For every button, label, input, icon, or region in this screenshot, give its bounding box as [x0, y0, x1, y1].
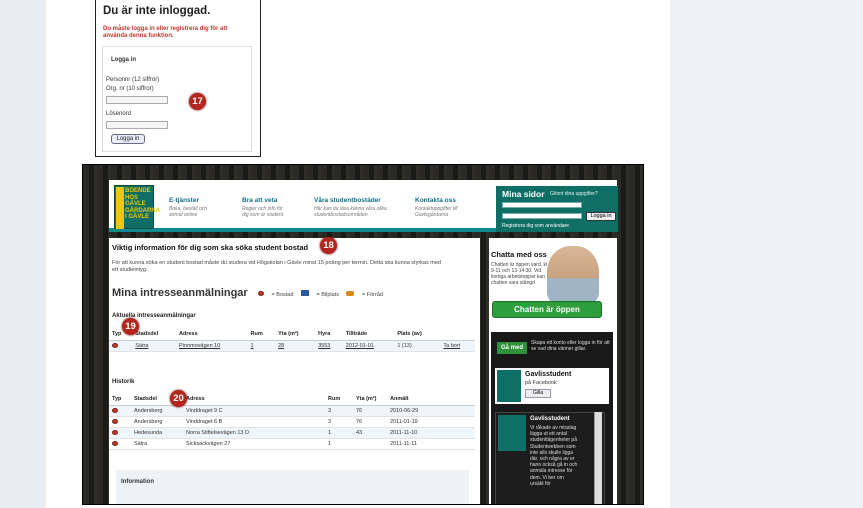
- mina-login-button[interactable]: Logga in: [586, 212, 616, 221]
- bostad-icon: [112, 342, 118, 348]
- mina-personnr-input[interactable]: [502, 202, 582, 208]
- adress-link[interactable]: Pinnmovägen 10: [176, 340, 248, 352]
- fb-page-name[interactable]: Gavlisstudent: [525, 371, 571, 378]
- chat-agent-photo: [547, 246, 599, 304]
- post-logo: [498, 415, 526, 451]
- login-form-title: Logga in: [111, 57, 136, 63]
- side-column: Chatta med oss Chatten är öppen vard. kl…: [489, 238, 617, 504]
- table-row: Sätra Pinnmovägen 10 1 28 3553 2012-01-0…: [109, 340, 475, 352]
- logo-text: BOENDE HOS GÄVLE GÅRDARNA I GÄVLE: [125, 188, 160, 220]
- register-link[interactable]: Registrera dig som användare: [502, 223, 569, 229]
- badge-20: 20: [170, 390, 187, 407]
- bostad-icon: [112, 440, 118, 446]
- info-heading: Viktig information för dig som ska söka …: [112, 243, 309, 252]
- history-table: Typ Stadsdel Adress Rum Yta (m²) Anmält Ander…: [109, 393, 475, 450]
- table-row: Hedesunda Norra Stiftelsevägen 13 D 1 43 201…: [109, 427, 475, 439]
- legend-forrad: = Förråd: [362, 292, 383, 298]
- login-title: Du är inte inloggad.: [103, 5, 211, 17]
- right-background: [670, 0, 863, 508]
- mina-sidor-panel: Mina sidor Glömt dina uppgifter? Logga i…: [496, 186, 618, 232]
- info-text: För att kunna söka en student bostad mås…: [112, 260, 441, 273]
- post-text: Vi råkade av misstag lägga ut ett antal …: [530, 425, 578, 487]
- legend-bilplats: = Bilplats: [316, 292, 339, 298]
- badge-18: 18: [320, 237, 337, 254]
- facebook-page-box: Gavlisstudent på Facebook Gilla: [495, 368, 609, 404]
- table-row: Andersberg Vinddraget 9 C 3 76 2010-06-29: [109, 405, 475, 417]
- orgnr-label: Org. nr (10 siffror): [106, 86, 154, 92]
- post-author[interactable]: Gavlisstudent: [530, 416, 570, 422]
- main-content: Viktig information för dig som ska söka …: [109, 238, 480, 504]
- website-screenshot: BOENDE HOS GÄVLE GÅRDARNA I GÄVLE E-tjänste…: [82, 164, 644, 505]
- forgot-link[interactable]: Glömt dina uppgifter?: [550, 191, 598, 197]
- current-label: Aktuella intresseanmälningar: [112, 313, 196, 319]
- ga-med-text: Skapa ett konto eller logga in för att s…: [531, 340, 610, 352]
- table-row: Sätra Sicksackvägen 27 1 2011-11-11: [109, 438, 475, 450]
- bilplats-icon: [300, 290, 309, 296]
- remove-link[interactable]: Ta bort: [440, 340, 475, 352]
- site-logo[interactable]: BOENDE HOS GÄVLE GÅRDARNA I GÄVLE: [114, 185, 160, 229]
- ga-med-button[interactable]: Gå med: [497, 342, 527, 354]
- history-label: Historik: [112, 379, 135, 385]
- information-section: Information: [116, 470, 469, 504]
- login-panel: Du är inte inloggad. Du måste logga in e…: [95, 0, 261, 157]
- bostad-icon: [112, 407, 118, 413]
- logo-side-bar: [116, 187, 124, 229]
- personnr-label: Personnr (12 siffror): [106, 77, 160, 83]
- page-title: Mina intresseanmälningar: [112, 287, 248, 299]
- personnr-input[interactable]: [106, 96, 168, 104]
- forrad-icon: [346, 291, 355, 296]
- site-header: BOENDE HOS GÄVLE GÅRDARNA I GÄVLE E-tjänste…: [109, 180, 618, 232]
- chat-title: Chatta med oss: [491, 250, 547, 259]
- stadsdel-link[interactable]: Sätra: [132, 340, 176, 352]
- chat-text: Chatten är öppen vard. kl 9-11 och 13-14…: [491, 262, 548, 286]
- login-button[interactable]: Logga in: [111, 134, 145, 144]
- table-row: Andersberg Vinddraget 6 B 3 76 2011-01-19: [109, 416, 475, 428]
- login-error: Du måste logga in eller registrera dig f…: [103, 26, 228, 39]
- page-logo: [497, 370, 521, 402]
- password-label: Lösenord: [106, 111, 132, 117]
- badge-17: 17: [189, 93, 206, 110]
- bostad-icon: [258, 291, 264, 296]
- password-input[interactable]: [106, 121, 168, 129]
- bostad-icon: [112, 429, 118, 435]
- bostad-icon: [112, 418, 118, 424]
- mina-sidor-title: Mina sidor: [502, 189, 545, 199]
- type-legend: = Bostad = Bilplats = Förråd: [258, 290, 389, 298]
- nav-etjanster[interactable]: E-tjänster Boka, beställ och anmäl online: [169, 197, 207, 218]
- nav-bra-att-veta[interactable]: Bra att veta Regler och info för dig som ä…: [242, 197, 283, 218]
- post-scrollbar[interactable]: [594, 412, 602, 504]
- mina-password-input[interactable]: [502, 213, 582, 219]
- badge-19: 19: [122, 318, 139, 335]
- nav-studentbostader[interactable]: Våra studentbostäder Här kan du läsa känn…: [314, 197, 387, 218]
- chat-button[interactable]: Chatten är öppen: [492, 301, 602, 318]
- nav-kontakta-oss[interactable]: Kontakta oss Kontaktuppgifter till Gavlegå…: [415, 197, 458, 218]
- fb-on-label: på Facebook: [525, 380, 557, 386]
- like-button[interactable]: Gilla: [525, 389, 551, 398]
- facebook-post: Gavlisstudent Vi råkade av misstag lägga…: [495, 412, 605, 504]
- current-table: Typ Stadsdel Adress Rum Yta (m²) Hyra Tillträd…: [109, 328, 475, 352]
- facebook-widget: Gå med Skapa ett konto eller logga in fö…: [491, 332, 613, 504]
- legend-bostad: = Bostad: [271, 292, 294, 298]
